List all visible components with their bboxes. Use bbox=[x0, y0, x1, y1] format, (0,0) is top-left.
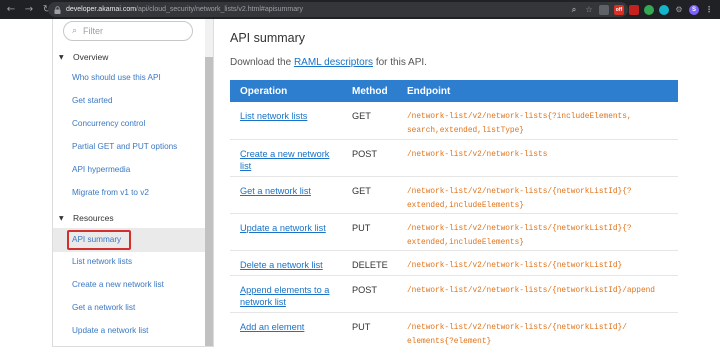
method-cell: PUT bbox=[352, 321, 371, 332]
main-content: API summary Download the RAML descriptor… bbox=[230, 19, 720, 347]
column-header-operation: Operation bbox=[230, 80, 342, 102]
sidebar-item-get-started[interactable]: Get started bbox=[72, 96, 113, 105]
download-prefix: Download the bbox=[230, 57, 294, 68]
ext-green-icon[interactable] bbox=[644, 4, 654, 15]
endpoint-cell: /network-list/v2/network-lists/{networkL… bbox=[407, 187, 632, 210]
ext-teal-icon[interactable] bbox=[659, 4, 669, 15]
sidebar-item-create-network-list[interactable]: Create a new network list bbox=[72, 280, 164, 289]
grid-icon[interactable] bbox=[599, 4, 609, 15]
search-icon[interactable]: ⌕ bbox=[569, 5, 579, 15]
sidebar-item-partial-get-put[interactable]: Partial GET and PUT options bbox=[72, 142, 177, 151]
search-icon: ⌕ bbox=[72, 26, 78, 36]
caret-down-icon: ▼ bbox=[59, 53, 64, 61]
endpoint-cell: /network-list/v2/network-lists/{networkL… bbox=[407, 286, 655, 295]
table-header-row: Operation Method Endpoint bbox=[230, 80, 678, 102]
section-overview-label: Overview bbox=[73, 52, 109, 62]
sidebar-nav: ⌕ Filter ▼ Overview Who should use this … bbox=[52, 19, 214, 347]
operation-link[interactable]: Update a network list bbox=[240, 223, 326, 233]
table-row: Create a new network list POST /network-… bbox=[230, 139, 678, 177]
method-cell: DELETE bbox=[352, 259, 388, 270]
api-summary-table: Operation Method Endpoint List network l… bbox=[230, 80, 678, 347]
puzzle-icon[interactable]: ⚙ bbox=[674, 5, 684, 15]
method-cell: POST bbox=[352, 148, 378, 159]
ext-badge-icon[interactable]: off bbox=[614, 4, 624, 15]
sidebar-item-api-summary[interactable]: API summary bbox=[72, 235, 121, 244]
sidebar-item-migrate[interactable]: Migrate from v1 to v2 bbox=[72, 188, 149, 197]
url-text: developer.akamai.com/api/cloud_security/… bbox=[66, 6, 303, 13]
sidebar-scrollbar-thumb[interactable] bbox=[205, 57, 213, 346]
ext-red-icon[interactable] bbox=[629, 4, 639, 15]
table-row: Get a network list GET /network-list/v2/… bbox=[230, 176, 678, 214]
section-resources-label: Resources bbox=[73, 213, 114, 223]
raml-descriptors-link[interactable]: RAML descriptors bbox=[294, 57, 373, 68]
arrow-left-icon[interactable]: ← bbox=[4, 3, 18, 17]
caret-down-icon: ▼ bbox=[59, 214, 64, 222]
avatar[interactable]: S bbox=[689, 4, 699, 15]
address-bar[interactable]: developer.akamai.com/api/cloud_security/… bbox=[48, 2, 628, 17]
operation-link[interactable]: List network lists bbox=[240, 111, 307, 121]
url-host: developer.akamai.com bbox=[66, 6, 137, 13]
sidebar-item-update-network-list[interactable]: Update a network list bbox=[72, 326, 148, 335]
table-row: Delete a network list DELETE /network-li… bbox=[230, 250, 678, 276]
table-row: List network lists GET /network-list/v2/… bbox=[230, 102, 678, 140]
method-cell: POST bbox=[352, 284, 378, 295]
arrow-right-icon[interactable]: → bbox=[22, 3, 36, 17]
download-text: Download the RAML descriptors for this A… bbox=[230, 57, 427, 68]
operation-link[interactable]: Append elements to a network list bbox=[240, 285, 329, 307]
operation-link[interactable]: Add an element bbox=[240, 322, 304, 332]
operation-link[interactable]: Create a new network list bbox=[240, 149, 329, 171]
column-header-endpoint: Endpoint bbox=[397, 80, 678, 102]
left-gutter bbox=[0, 19, 52, 347]
method-cell: GET bbox=[352, 111, 371, 121]
operation-link[interactable]: Get a network list bbox=[240, 186, 311, 196]
table-row: Add an element PUT /network-list/v2/netw… bbox=[230, 312, 678, 347]
browser-toolbar: ← → ↻ developer.akamai.com/api/cloud_sec… bbox=[0, 0, 720, 19]
section-resources[interactable]: ▼ Resources bbox=[59, 213, 114, 223]
menu-icon[interactable]: ⋮ bbox=[704, 5, 714, 15]
endpoint-cell: /network-list/v2/network-lists bbox=[407, 150, 548, 159]
sidebar-item-who-should-use[interactable]: Who should use this API bbox=[72, 73, 161, 82]
url-path: /api/cloud_security/network_lists/v2.htm… bbox=[136, 6, 303, 13]
table-row: Update a network list PUT /network-list/… bbox=[230, 213, 678, 251]
star-icon[interactable]: ☆ bbox=[584, 5, 594, 15]
endpoint-cell: /network-list/v2/network-lists{?includeE… bbox=[407, 113, 632, 135]
method-cell: GET bbox=[352, 185, 371, 196]
sidebar-item-concurrency-control[interactable]: Concurrency control bbox=[72, 119, 145, 128]
endpoint-cell: /network-list/v2/network-lists/{networkL… bbox=[407, 224, 632, 247]
sidebar-item-get-network-list[interactable]: Get a network list bbox=[72, 303, 135, 312]
filter-input[interactable]: ⌕ Filter bbox=[63, 21, 193, 41]
section-overview[interactable]: ▼ Overview bbox=[59, 52, 108, 62]
operation-link[interactable]: Delete a network list bbox=[240, 260, 323, 270]
filter-placeholder: Filter bbox=[83, 26, 104, 36]
endpoint-cell: /network-list/v2/network-lists/{networkL… bbox=[407, 323, 627, 346]
lock-icon bbox=[54, 5, 61, 14]
sidebar-item-list-network-lists[interactable]: List network lists bbox=[72, 257, 132, 266]
method-cell: PUT bbox=[352, 222, 371, 233]
page-title: API summary bbox=[230, 31, 306, 45]
download-suffix: for this API. bbox=[373, 57, 427, 68]
page: ⌕ Filter ▼ Overview Who should use this … bbox=[0, 19, 720, 347]
sidebar-item-api-hypermedia[interactable]: API hypermedia bbox=[72, 165, 130, 174]
extension-bar: ⌕ ☆ off ⚙ S ⋮ bbox=[569, 2, 714, 17]
table-row: Append elements to a network list POST /… bbox=[230, 275, 678, 313]
column-header-method: Method bbox=[342, 80, 397, 102]
endpoint-cell: /network-list/v2/network-lists/{networkL… bbox=[407, 261, 623, 270]
